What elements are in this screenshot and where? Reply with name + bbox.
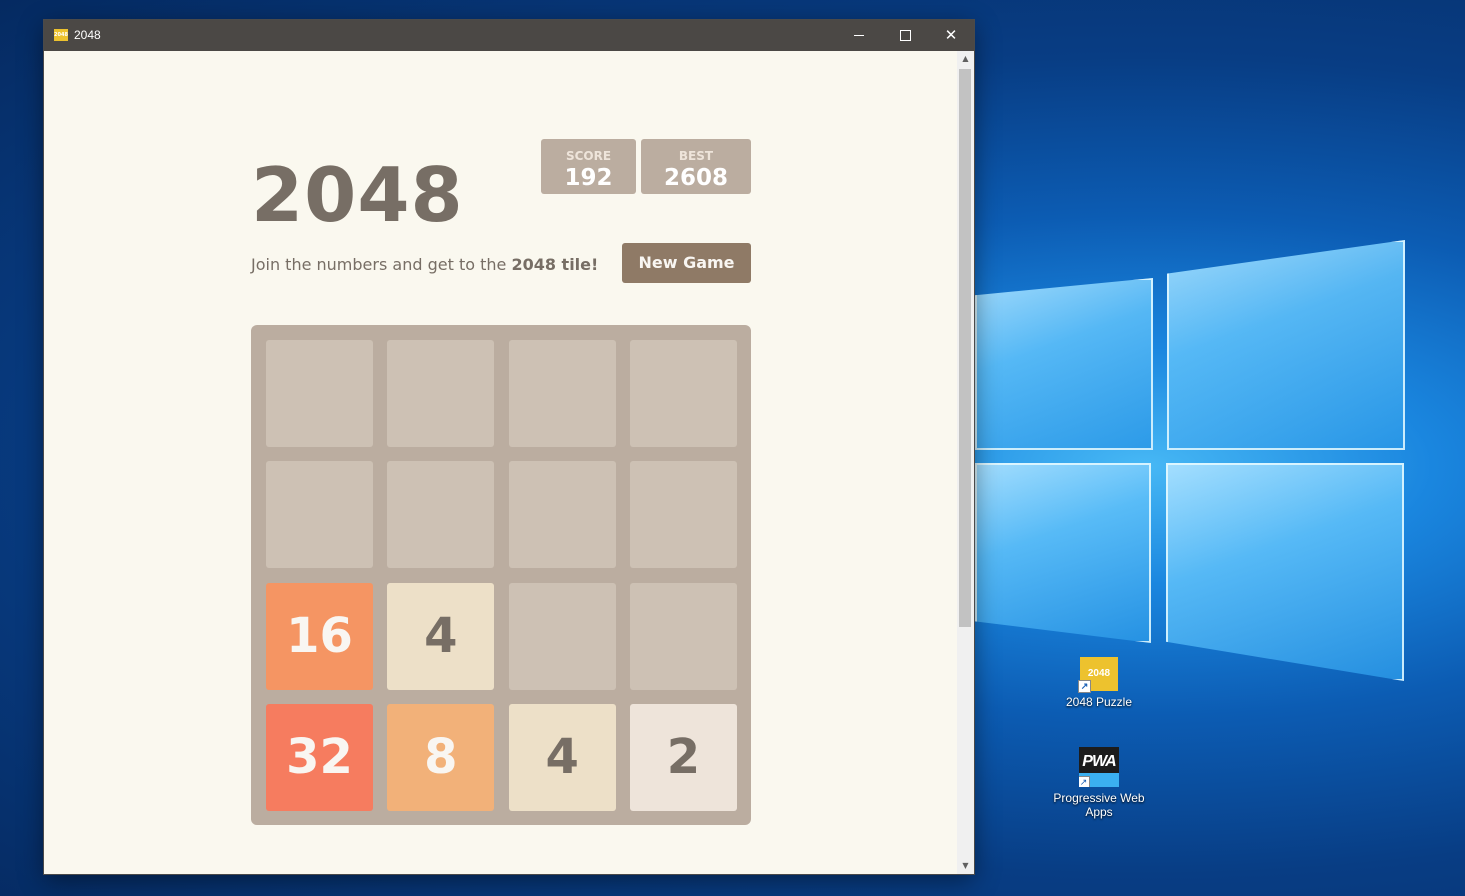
maximize-button[interactable] — [882, 20, 928, 51]
icon-image-text: 2048 — [1087, 668, 1111, 679]
shortcut-arrow-icon: ↗ — [1079, 776, 1090, 787]
windows-logo-pane — [975, 463, 1151, 643]
close-icon: ✕ — [944, 26, 958, 44]
best-value: 2608 — [663, 165, 728, 191]
minimize-icon — [854, 35, 864, 36]
app-window: 2048 2048 ✕ 2048 SCORE 192 BEST 2608 Joi… — [44, 20, 974, 874]
score-label: SCORE — [565, 149, 612, 163]
desktop-icon-label: Progressive Web Apps — [1053, 791, 1145, 819]
windows-logo-pane — [975, 278, 1153, 450]
scroll-up-arrow-icon[interactable]: ▲ — [957, 51, 974, 67]
game-title: 2048 — [251, 151, 464, 239]
empty-cell — [629, 582, 737, 690]
empty-cell — [266, 461, 373, 569]
tile-4: 4 — [508, 703, 616, 811]
tile-32: 32 — [266, 703, 373, 811]
game-2048-icon: 2048 ↗ — [1078, 657, 1118, 693]
empty-cell — [508, 582, 616, 690]
empty-cell — [629, 461, 737, 569]
new-game-button[interactable]: New Game — [622, 243, 751, 283]
scroll-down-arrow-icon[interactable]: ▼ — [957, 858, 974, 874]
desktop-icon-progressive-web-apps[interactable]: PWA ↗ Progressive Web Apps — [1049, 747, 1149, 819]
empty-cell — [629, 340, 737, 447]
scroll-thumb[interactable] — [959, 69, 971, 627]
title-bar[interactable]: 2048 2048 ✕ — [44, 20, 974, 51]
tile-16: 16 — [266, 582, 373, 690]
best-label: BEST — [678, 149, 714, 163]
app-2048-icon: 2048 — [54, 29, 68, 41]
intro-text: Join the numbers and get to the — [251, 255, 512, 274]
desktop-icon-2048-puzzle[interactable]: 2048 ↗ 2048 Puzzle — [1049, 657, 1149, 709]
empty-cell — [508, 461, 616, 569]
vertical-scrollbar[interactable]: ▲ ▼ — [957, 51, 974, 874]
window-title: 2048 — [74, 28, 101, 42]
windows-logo-pane — [1166, 463, 1404, 681]
game-intro: Join the numbers and get to the 2048 til… — [251, 255, 598, 274]
intro-goal: 2048 tile! — [511, 255, 599, 274]
pwa-icon: PWA ↗ — [1079, 747, 1119, 787]
game-board[interactable]: 16 4 32 8 4 2 — [251, 325, 751, 825]
tile-8: 8 — [387, 703, 495, 811]
score-value: 192 — [564, 165, 613, 191]
tile-4: 4 — [387, 582, 495, 690]
app-icon-text: 2048 — [54, 32, 68, 38]
maximize-icon — [899, 30, 911, 41]
close-button[interactable]: ✕ — [928, 20, 974, 51]
windows-logo-pane — [1167, 240, 1405, 450]
empty-cell — [266, 340, 373, 447]
best-score-box: BEST 2608 — [641, 139, 751, 194]
desktop-icon-label: 2048 Puzzle — [1065, 695, 1133, 709]
shortcut-arrow-icon: ↗ — [1078, 680, 1091, 693]
minimize-button[interactable] — [836, 20, 882, 51]
empty-cell — [387, 340, 495, 447]
tile-2: 2 — [629, 703, 737, 811]
game-page: 2048 SCORE 192 BEST 2608 Join the number… — [44, 51, 957, 874]
score-box: SCORE 192 — [541, 139, 636, 194]
icon-image-text: PWA — [1082, 753, 1116, 770]
empty-cell — [387, 461, 495, 569]
empty-cell — [508, 340, 616, 447]
